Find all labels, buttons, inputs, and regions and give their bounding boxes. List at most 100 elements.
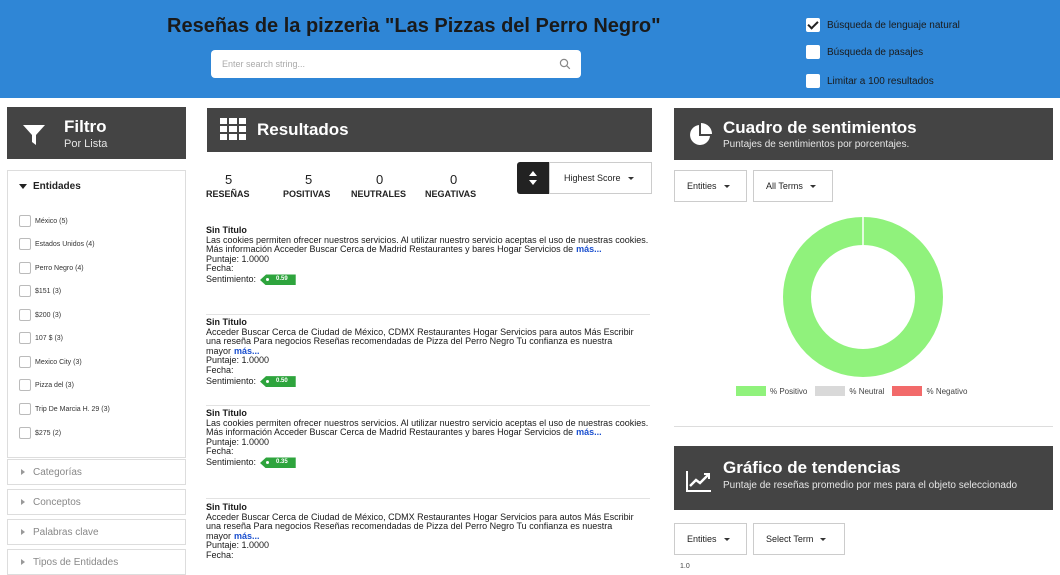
entities-panel: Entidades México (5) Estados Unidos (4) … xyxy=(7,170,186,458)
review-item: Sin Titulo Las cookies permiten ofrecer … xyxy=(206,408,650,469)
dropdown-label: Select Term xyxy=(766,534,814,544)
option-label: Búsqueda de lenguaje natural xyxy=(827,19,960,31)
entity-checkbox[interactable] xyxy=(19,262,31,274)
entity-checkbox[interactable] xyxy=(19,215,31,227)
entity-item[interactable]: 107 $ (3) xyxy=(19,332,63,344)
caret-down-icon xyxy=(820,537,827,541)
more-link[interactable]: más... xyxy=(234,531,260,541)
passages-checkbox[interactable] xyxy=(806,45,820,59)
review-score: Puntaje: 1.0000 xyxy=(206,436,270,447)
trend-axis-tick: 1.0 xyxy=(680,563,690,570)
legend-label: % Positivo xyxy=(770,386,808,396)
sort-order-button[interactable] xyxy=(517,162,549,194)
entity-item[interactable]: $200 (3) xyxy=(19,309,61,321)
select-term-dropdown[interactable]: Select Term xyxy=(753,523,845,555)
review-body: Acceder Buscar Cerca de Ciudad de México… xyxy=(206,326,650,357)
search-box[interactable] xyxy=(211,50,581,78)
filter-section-concepts[interactable]: Conceptos xyxy=(7,489,186,515)
entity-label: Pizza del (3) xyxy=(35,381,74,389)
section-label: Palabras clave xyxy=(33,526,99,538)
filter-header: Filtro Por Lista xyxy=(7,107,186,159)
option-label: Limitar a 100 resultados xyxy=(827,75,934,87)
section-label: Categorías xyxy=(33,466,82,478)
dropdown-label: All Terms xyxy=(766,181,803,191)
entity-item[interactable]: $151 (3) xyxy=(19,285,61,297)
entity-checkbox[interactable] xyxy=(19,356,31,368)
legend-swatch xyxy=(892,386,923,396)
legend-label: % Negativo xyxy=(926,386,968,396)
review-date: Fecha: xyxy=(206,263,234,274)
entity-item[interactable]: Estados Unidos (4) xyxy=(19,238,95,250)
stat-neutral-count: 0 xyxy=(376,172,384,187)
sentiment-value: 0.50 xyxy=(276,377,288,384)
more-link[interactable]: más... xyxy=(576,427,602,437)
entity-checkbox[interactable] xyxy=(19,379,31,391)
review-divider xyxy=(206,314,650,315)
entity-label: México (5) xyxy=(35,217,68,225)
entity-checkbox[interactable] xyxy=(19,427,31,439)
search-icon[interactable] xyxy=(559,58,571,70)
filter-subtitle: Por Lista xyxy=(64,138,108,150)
natural-language-checkbox[interactable] xyxy=(806,18,820,32)
entity-item[interactable]: Mexico City (3) xyxy=(19,356,82,368)
legend-swatch xyxy=(736,386,766,396)
dropdown-label: Entities xyxy=(687,181,717,191)
caret-down-icon xyxy=(809,184,816,188)
option-limit-100[interactable]: Limitar a 100 resultados xyxy=(806,73,934,89)
review-date: Fecha: xyxy=(206,446,234,457)
entity-item[interactable]: Perro Negro (4) xyxy=(19,262,84,274)
filter-section-keywords[interactable]: Palabras clave xyxy=(7,519,186,545)
legend-negative: % Negativo xyxy=(892,386,967,396)
review-text: Acceder Buscar Cerca de Ciudad de México… xyxy=(206,326,634,356)
entity-item[interactable]: Pizza del (3) xyxy=(19,379,74,391)
review-score: Puntaje: 1.0000 xyxy=(206,540,270,551)
entity-label: Perro Negro (4) xyxy=(35,264,84,272)
results-title: Resultados xyxy=(257,120,349,139)
search-input[interactable] xyxy=(211,50,551,78)
caret-down-icon xyxy=(723,184,730,188)
entity-item[interactable]: $275 (2) xyxy=(19,427,61,439)
review-date: Fecha: xyxy=(206,364,234,375)
triangle-right-icon xyxy=(21,469,25,475)
results-header: Resultados xyxy=(207,108,652,152)
section-label: Conceptos xyxy=(33,496,81,508)
sentiment-label: Sentimiento: xyxy=(206,457,257,468)
entities-dropdown[interactable]: Entities xyxy=(674,170,747,202)
entity-label: Estados Unidos (4) xyxy=(35,240,95,248)
stat-negative-count: 0 xyxy=(450,172,458,187)
caret-down-icon xyxy=(627,176,634,180)
funnel-icon xyxy=(23,125,45,145)
review-item: Sin Titulo Acceder Buscar Cerca de Ciuda… xyxy=(206,503,650,570)
donut-slice-positive xyxy=(783,217,943,377)
sentiment-subtitle: Puntajes de sentimientos por porcentajes… xyxy=(723,139,910,150)
entity-checkbox[interactable] xyxy=(19,285,31,297)
entities-toggle[interactable]: Entidades xyxy=(19,181,81,192)
app-header: Reseñas de la pizzerìa "Las Pizzas del P… xyxy=(0,0,1060,98)
entity-checkbox[interactable] xyxy=(19,238,31,250)
option-natural-language[interactable]: Búsqueda de lenguaje natural xyxy=(806,17,960,33)
entity-item[interactable]: México (5) xyxy=(19,215,68,227)
option-passages[interactable]: Búsqueda de pasajes xyxy=(806,44,923,60)
trend-entities-dropdown[interactable]: Entities xyxy=(674,523,747,555)
entity-label: $200 (3) xyxy=(35,311,62,319)
sort-dropdown[interactable]: Highest Score xyxy=(549,162,652,194)
triangle-right-icon xyxy=(21,499,25,505)
filter-section-categories[interactable]: Categorías xyxy=(7,459,186,485)
option-label: Búsqueda de pasajes xyxy=(827,46,924,58)
entity-item[interactable]: Trip De Marcia H. 29 (3) xyxy=(19,403,110,415)
review-score: Puntaje: 1.0000 xyxy=(206,355,270,366)
trends-title: Gráfico de tendencias xyxy=(723,458,901,477)
chart-legend: % Positivo % Neutral % Negativo xyxy=(736,386,975,396)
legend-positive: % Positivo xyxy=(736,386,807,396)
entity-checkbox[interactable] xyxy=(19,309,31,321)
more-link[interactable]: más... xyxy=(234,346,260,356)
sentiment-tag: 0.59 xyxy=(260,274,296,286)
filter-section-entity-types[interactable]: Tipos de Entidades xyxy=(7,549,186,575)
limit-checkbox[interactable] xyxy=(806,74,820,88)
stat-reviews-count: 5 xyxy=(225,172,233,187)
entity-checkbox[interactable] xyxy=(19,403,31,415)
entity-checkbox[interactable] xyxy=(19,332,31,344)
terms-dropdown[interactable]: All Terms xyxy=(753,170,833,202)
filter-title: Filtro xyxy=(64,117,107,136)
more-link[interactable]: más... xyxy=(576,244,602,254)
